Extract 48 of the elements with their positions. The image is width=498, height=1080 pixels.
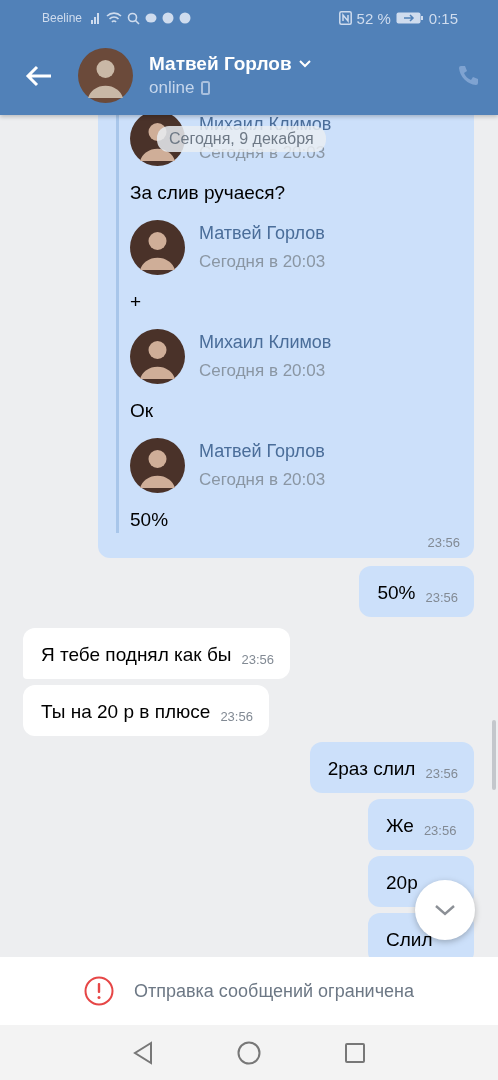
avatar <box>130 220 185 275</box>
message-text: За слив ручаеся? <box>130 182 287 204</box>
message-text: 20р <box>386 871 418 895</box>
forward-date: Сегодня в 20:03 <box>199 252 326 272</box>
message-text: 50% <box>377 581 416 605</box>
message-text: 2раз слил <box>327 757 416 781</box>
message-text: Ок <box>130 400 155 422</box>
avatar[interactable] <box>78 48 133 103</box>
message-time: 23:56 <box>425 766 458 781</box>
online-status: online <box>149 78 195 98</box>
home-nav-icon[interactable] <box>237 1040 261 1065</box>
message-text: Ты на 20 р в плюсе <box>41 700 211 724</box>
battery-percent: 52 % <box>356 9 391 27</box>
contact-name[interactable]: Матвей Горлов <box>149 53 292 75</box>
forward-date: Сегодня в 20:03 <box>199 470 326 490</box>
clock: 0:15 <box>428 9 458 27</box>
message-text: + <box>130 291 143 313</box>
chevron-down-icon[interactable] <box>298 60 311 68</box>
carrier-name: Beeline <box>42 11 83 25</box>
circle-icon <box>179 12 192 24</box>
message-text: 50% <box>130 509 170 531</box>
back-icon[interactable] <box>25 63 53 88</box>
message-time: 23:56 <box>241 652 274 667</box>
forward-date: Сегодня в 20:03 <box>199 361 327 381</box>
author-name[interactable]: Матвей Горлов <box>199 441 326 462</box>
chat-bubble-icon <box>145 13 158 23</box>
circle-icon <box>162 12 175 24</box>
message-text: Же <box>386 814 414 838</box>
battery-icon <box>395 11 424 25</box>
notice-text: Отправка сообщений ограничена <box>134 980 414 1002</box>
avatar <box>130 329 185 384</box>
message-time: 23:56 <box>425 590 458 605</box>
search-icon <box>127 11 141 25</box>
recents-nav-icon[interactable] <box>344 1041 366 1064</box>
message-time: 23:56 <box>220 709 253 724</box>
signal-icon <box>91 12 102 24</box>
avatar <box>130 438 185 493</box>
warning-icon <box>84 976 114 1006</box>
author-name[interactable]: Матвей Горлов <box>199 223 326 244</box>
message-text: Я тебе поднял как бы <box>41 643 232 667</box>
message-text: Слил <box>386 928 433 952</box>
back-nav-icon[interactable] <box>132 1040 154 1065</box>
message-time: 23:56 <box>423 823 457 838</box>
nfc-icon <box>338 11 352 25</box>
phone-icon <box>201 81 211 95</box>
wifi-icon <box>106 12 123 24</box>
message-time: 23:56 <box>427 535 460 550</box>
author-name[interactable]: Михаил Климов <box>199 332 332 353</box>
